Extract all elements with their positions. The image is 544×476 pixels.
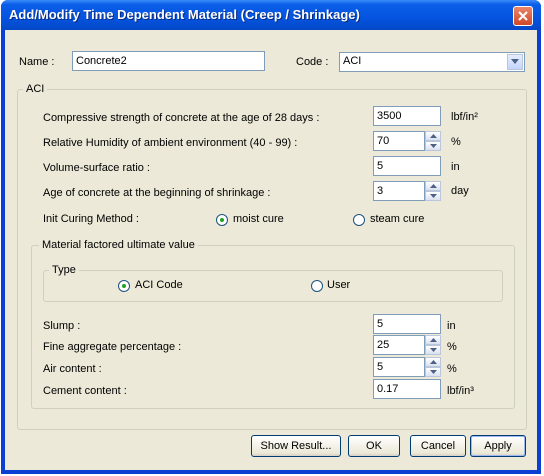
name-label: Name : [19,56,55,68]
relative-humidity-unit: % [451,136,461,148]
spin-down-button[interactable] [425,141,441,151]
air-content-spinner[interactable] [425,357,441,377]
cement-content-label: Cement content : [43,385,127,397]
type-group-legend: Type [49,264,79,276]
air-content-input[interactable]: 5 [373,357,425,377]
cancel-button[interactable]: Cancel [410,435,466,457]
shrinkage-age-label: Age of concrete at the beginning of shri… [43,187,271,199]
moist-cure-radio[interactable] [216,214,228,226]
compressive-strength-label: Compressive strength of concrete at the … [43,112,320,124]
fine-aggregate-input[interactable]: 25 [373,335,425,355]
cement-content-unit: lbf/in³ [447,385,474,397]
shrinkage-age-unit: day [451,185,469,197]
code-select[interactable]: ACI [339,52,525,72]
slump-label: Slump : [43,320,81,332]
name-input[interactable]: Concrete2 [72,51,265,71]
relative-humidity-input[interactable]: 70 [373,131,425,151]
fine-aggregate-unit: % [447,341,457,353]
arrow-up-icon [430,338,437,342]
aci-group-legend: ACI [23,83,48,95]
show-result-button[interactable]: Show Result... [251,435,341,457]
close-button[interactable] [513,6,533,26]
spin-down-button[interactable] [425,367,441,377]
ok-button[interactable]: OK [348,435,400,457]
fine-aggregate-spinner[interactable] [425,335,441,355]
aci-code-radio[interactable] [118,280,130,292]
slump-unit: in [447,320,456,332]
arrow-up-icon [430,134,437,138]
arrow-down-icon [430,370,437,374]
arrow-up-icon [430,184,437,188]
curing-method-label: Init Curing Method : [43,213,139,225]
radio-selected-dot [220,218,224,222]
steam-cure-label[interactable]: steam cure [370,213,424,225]
spin-up-button[interactable] [425,131,441,141]
relative-humidity-label: Relative Humidity of ambient environment… [43,137,298,149]
arrow-down-icon [430,144,437,148]
spin-up-button[interactable] [425,335,441,345]
volume-surface-label: Volume-surface ratio : [43,162,150,174]
window-title: Add/Modify Time Dependent Material (Cree… [9,7,360,22]
type-group [43,270,503,302]
air-content-label: Air content : [43,363,102,375]
compressive-strength-unit: lbf/in² [451,111,478,123]
dialog-body: Name : Concrete2 Code : ACI ACI Compress… [5,30,537,470]
slump-input[interactable]: 5 [373,314,441,334]
volume-surface-unit: in [451,161,460,173]
aci-code-label[interactable]: ACI Code [135,279,183,291]
shrinkage-age-input[interactable]: 3 [373,181,425,201]
spin-down-button[interactable] [425,191,441,201]
chevron-down-icon [511,59,519,64]
arrow-down-icon [430,194,437,198]
moist-cure-label[interactable]: moist cure [233,213,284,225]
code-dropdown-button[interactable] [507,54,523,70]
material-group-legend: Material factored ultimate value [39,239,198,251]
user-radio[interactable] [311,280,323,292]
spin-up-button[interactable] [425,357,441,367]
code-selected-value: ACI [343,55,362,67]
user-label[interactable]: User [327,279,350,291]
close-icon [518,11,528,21]
shrinkage-age-spinner[interactable] [425,181,441,201]
volume-surface-input[interactable]: 5 [373,156,441,176]
steam-cure-radio[interactable] [353,214,365,226]
air-content-unit: % [447,363,457,375]
spin-down-button[interactable] [425,345,441,355]
radio-selected-dot [122,284,126,288]
spin-up-button[interactable] [425,181,441,191]
arrow-up-icon [430,360,437,364]
cement-content-input[interactable]: 0.17 [373,379,441,399]
relative-humidity-spinner[interactable] [425,131,441,151]
title-bar[interactable]: Add/Modify Time Dependent Material (Cree… [1,0,541,30]
apply-button[interactable]: Apply [470,435,526,457]
arrow-down-icon [430,348,437,352]
fine-aggregate-label: Fine aggregate percentage : [43,341,182,353]
code-label: Code : [296,56,329,68]
compressive-strength-input[interactable]: 3500 [373,106,441,126]
dialog-window: Add/Modify Time Dependent Material (Cree… [1,0,541,474]
